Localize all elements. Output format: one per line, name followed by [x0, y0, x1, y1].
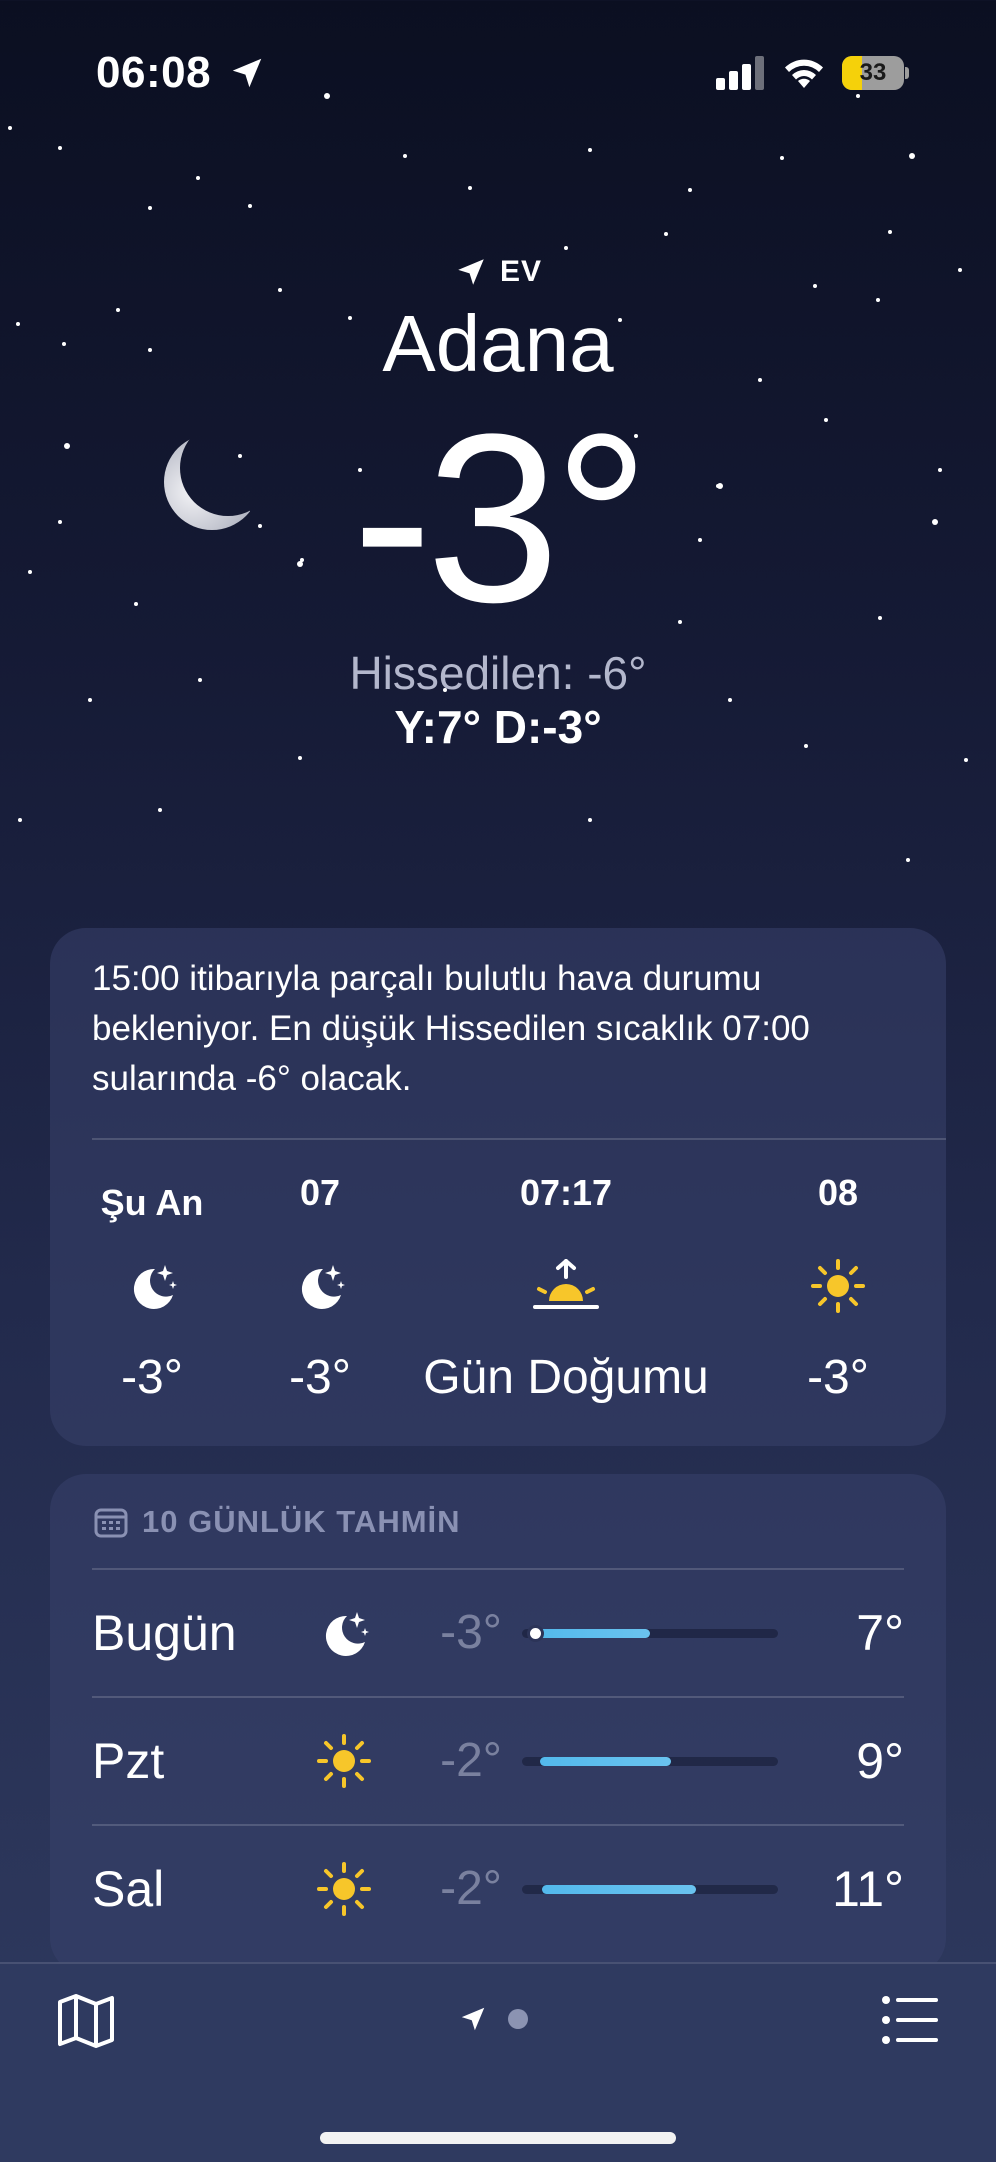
status-bar: 06:08 33 [0, 0, 996, 150]
ten-day-forecast-card[interactable]: 10 GÜNLÜK TAHMİN Bugün -3° 7° Pzt -2° 9°… [50, 1474, 946, 1974]
page-indicator[interactable] [458, 2004, 528, 2034]
day-low: -3° [440, 1606, 502, 1659]
page-dot[interactable] [508, 2009, 528, 2029]
day-high: 9° [856, 1733, 904, 1789]
status-time: 06:08 [96, 48, 212, 97]
forecast-summary: 15:00 itibarıyla parçalı bulutlu hava du… [92, 959, 810, 1098]
location-arrow-icon [232, 58, 262, 88]
cellular-signal-icon [716, 56, 764, 90]
ten-day-header: 10 GÜNLÜK TAHMİN [94, 1504, 461, 1540]
location-label: EV [499, 255, 543, 288]
hourly-item: Şu An -3° [92, 1168, 212, 1405]
temperature-range-fill [535, 1629, 650, 1638]
home-indicator[interactable] [320, 2132, 676, 2144]
divider [92, 1138, 946, 1140]
hourly-item: 07 -3° [260, 1168, 380, 1405]
ten-day-title: 10 GÜNLÜK TAHMİN [142, 1504, 461, 1539]
location-arrow-icon[interactable] [458, 2004, 488, 2034]
hour-temperature: -3° [121, 1351, 183, 1404]
sun-icon [811, 1259, 865, 1313]
forecast-day-row[interactable]: Sal -2° 11° [92, 1826, 904, 1952]
home-location-row: EV [0, 250, 996, 294]
day-high: 7° [856, 1605, 904, 1661]
hour-temperature: -3° [289, 1351, 351, 1404]
day-name: Sal [92, 1861, 165, 1917]
feels-like: Hissedilen: -6° [349, 647, 647, 699]
day-high: 11° [832, 1861, 904, 1917]
day-name: Pzt [92, 1733, 165, 1789]
current-temperature: -3° [352, 384, 649, 652]
day-name: Bugün [92, 1605, 237, 1661]
hourly-item: 08 -3° [778, 1168, 898, 1405]
hour-label: 07:17 [519, 1172, 613, 1213]
city-list-icon[interactable] [880, 1992, 940, 2048]
location-arrow-icon [458, 259, 484, 285]
sunrise-label: Gün Doğumu [423, 1351, 709, 1404]
moon-stars-icon [301, 1265, 345, 1309]
current-temperature-dot [527, 1625, 544, 1642]
map-icon[interactable] [56, 1990, 116, 2050]
sun-icon [317, 1862, 371, 1916]
high-low: Y:7° D:-3° [394, 701, 602, 753]
temperature-range-bar [522, 1625, 778, 1642]
hour-label: Şu An [100, 1182, 204, 1223]
temperature-range-bar [522, 1757, 778, 1766]
sunrise-icon [533, 1259, 599, 1309]
moon-stars-icon [325, 1612, 369, 1656]
hourly-item: 07:17 Gün Doğumu [416, 1168, 716, 1405]
temperature-range-fill [542, 1885, 696, 1894]
city-name: Adana [382, 299, 614, 388]
day-low: -2° [440, 1862, 502, 1915]
battery-indicator: 33 [842, 56, 909, 90]
calendar-icon [94, 1508, 128, 1538]
hour-label: 08 [817, 1172, 859, 1213]
sun-icon [317, 1734, 371, 1788]
day-low: -2° [440, 1734, 502, 1787]
moon-stars-icon [133, 1265, 177, 1309]
forecast-day-row[interactable]: Pzt -2° 9° [92, 1698, 904, 1824]
wifi-icon [785, 59, 823, 88]
temperature-range-bar [522, 1885, 778, 1894]
hour-label: 07 [299, 1172, 341, 1213]
temperature-range-fill [540, 1757, 671, 1766]
hourly-forecast-card[interactable]: 15:00 itibarıyla parçalı bulutlu hava du… [50, 928, 946, 1446]
hour-temperature: -3° [807, 1351, 869, 1404]
forecast-day-row[interactable]: Bugün -3° 7° [92, 1570, 904, 1696]
battery-level: 33 [859, 59, 887, 86]
